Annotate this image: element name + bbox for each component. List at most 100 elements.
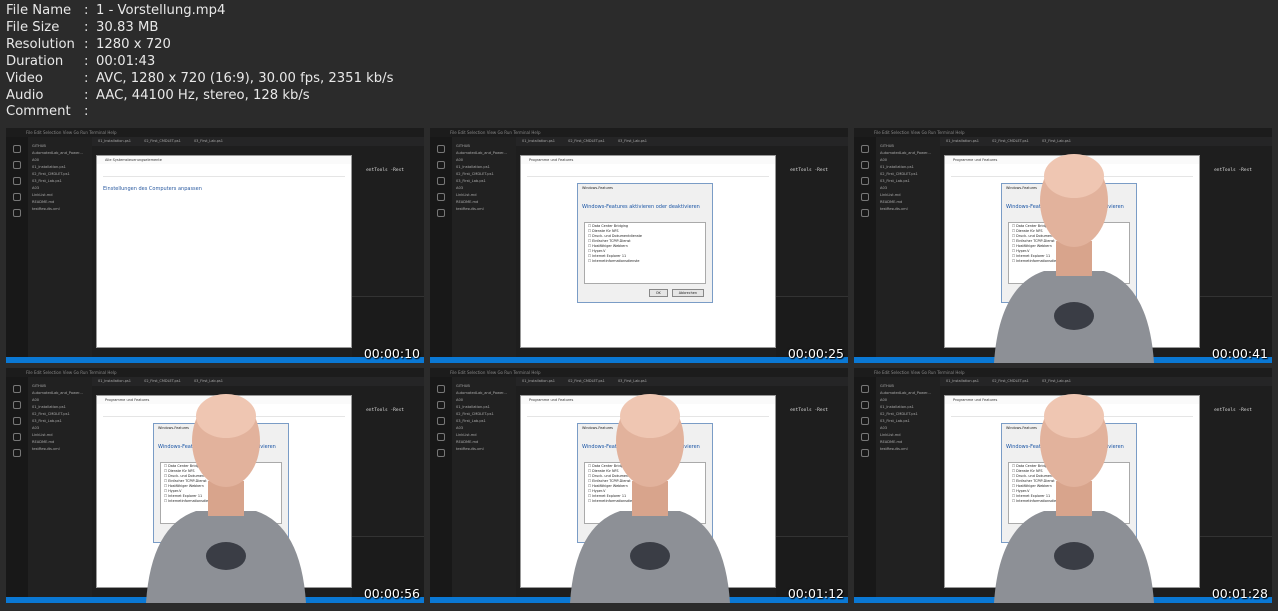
features-dialog: Windows-Features Windows-Features aktivie…: [577, 183, 713, 303]
search-icon: [861, 161, 869, 169]
search-icon: [437, 161, 445, 169]
search-icon: [861, 401, 869, 409]
file-tree-item: 03_First_Lab.ps1: [32, 179, 62, 183]
file-tree-item: 02_First_CMDLET.ps1: [880, 412, 918, 416]
file-tree-item: A00: [456, 398, 464, 402]
file-tree-item: A03: [880, 186, 888, 190]
extensions-icon: [13, 449, 21, 457]
info-row: Video: AVC, 1280 x 720 (16:9), 30.00 fps,…: [6, 71, 393, 88]
info-separator: :: [84, 36, 89, 52]
file-tree-item: README.md: [456, 200, 479, 204]
video-thumbnail[interactable]: File Edit Selection View Go Run Terminal…: [6, 128, 424, 363]
presenter: [994, 394, 1154, 603]
file-tree-item: README.md: [456, 440, 479, 444]
info-separator: :: [84, 53, 89, 69]
code-text: entTools -Rest: [1214, 408, 1252, 413]
file-tree-item: GITHUB: [32, 384, 46, 388]
video-thumbnail[interactable]: File Edit Selection View Go Run Terminal…: [6, 368, 424, 603]
file-tree-item: AutomatedLab_and_Power...: [32, 391, 83, 395]
info-separator: :: [84, 104, 89, 120]
debug-icon: [13, 433, 21, 441]
explorer-icon: [437, 145, 445, 153]
explorer-icon: [13, 385, 21, 393]
source-control-icon: [861, 177, 869, 185]
file-tree-item: 02_First_CMDLET.ps1: [32, 172, 70, 176]
info-value: 00:01:43: [96, 53, 156, 69]
file-tree-item: A03: [456, 186, 464, 190]
feature-list: ☐ Data Center Bridging ☐ Dienste für NFS ☐…: [584, 222, 706, 284]
info-label: Audio: [6, 87, 44, 103]
menu-bar: File Edit Selection View Go Run Terminal…: [6, 128, 424, 137]
debug-icon: [437, 193, 445, 201]
file-tree-item: A03: [32, 426, 40, 430]
file-tree-item: A03: [32, 186, 40, 190]
video-thumbnail[interactable]: File Edit Selection View Go Run Terminal…: [430, 368, 848, 603]
file-tree-item: 03_First_Lab.ps1: [880, 419, 910, 423]
explorer-sidebar: GITHUB AutomatedLab_and_Power... A00 01_Ins…: [452, 137, 516, 357]
file-tree-item: 01_Installation.ps1: [456, 165, 490, 169]
file-tree-item: 02_First_CMDLET.ps1: [32, 412, 70, 416]
cancel-button: Abbrechen: [671, 289, 704, 297]
file-tree-item: GITHUB: [456, 384, 470, 388]
presenter: [146, 394, 306, 603]
file-tree-item: AutomatedLab_and_Power...: [32, 151, 83, 155]
info-label: Video: [6, 70, 43, 86]
timestamp: 00:01:12: [787, 586, 844, 601]
info-label: File Size: [6, 19, 60, 35]
timestamp: 00:00:25: [787, 346, 844, 361]
explorer-sidebar: GITHUB AutomatedLab_and_Power... A00 01_Ins…: [876, 377, 940, 597]
presenter: [994, 154, 1154, 363]
file-tree-item: LinkList.md: [456, 193, 477, 197]
timestamp: 00:00:56: [363, 586, 420, 601]
file-info: File Name:1 - Vorstellung.mp4 File Size:3…: [6, 3, 393, 121]
video-thumbnail[interactable]: File Edit Selection View Go Run Terminal…: [854, 128, 1272, 363]
file-tree-item: 03_First_Lab.ps1: [456, 179, 486, 183]
debug-icon: [861, 193, 869, 201]
file-tree-item: LinkList.md: [32, 193, 53, 197]
file-tree-item: A00: [32, 158, 40, 162]
window-heading: Einstellungen des Computers anpassen: [103, 186, 202, 192]
file-tree-item: testResults.xml: [456, 447, 484, 451]
file-tree-item: GITHUB: [880, 384, 894, 388]
file-tree-item: 02_First_CMDLET.ps1: [456, 412, 494, 416]
info-value: 30.83 MB: [96, 19, 159, 35]
info-separator: :: [84, 70, 89, 86]
code-text: entTools -Rest: [1214, 168, 1252, 173]
file-tree-item: testResults.xml: [32, 447, 60, 451]
video-thumbnail[interactable]: File Edit Selection View Go Run Terminal…: [854, 368, 1272, 603]
explorer-sidebar: GITHUB AutomatedLab_and_Power... A00 01_Ins…: [28, 377, 92, 597]
editor-tabs: 01_Installation.ps1 02_First_CMDLET.ps1 …: [516, 137, 848, 146]
file-tree-item: 03_First_Lab.ps1: [880, 179, 910, 183]
file-tree-item: 03_First_Lab.ps1: [456, 419, 486, 423]
ok-button: OK: [648, 289, 668, 297]
file-tree-item: 01_Installation.ps1: [880, 165, 914, 169]
source-control-icon: [13, 177, 21, 185]
code-text: entTools -Rest: [790, 168, 828, 173]
dialog-title: Windows-Features: [582, 186, 613, 190]
file-tree-item: 01_Installation.ps1: [32, 405, 66, 409]
info-row: File Name:1 - Vorstellung.mp4: [6, 3, 393, 20]
info-value: 1280 x 720: [96, 36, 171, 52]
file-tree-item: LinkList.md: [880, 433, 901, 437]
extensions-icon: [861, 449, 869, 457]
extensions-icon: [437, 209, 445, 217]
status-bar: [430, 357, 848, 363]
extensions-icon: [437, 449, 445, 457]
source-control-icon: [13, 417, 21, 425]
info-label: Duration: [6, 53, 64, 69]
code-text: entTools -Rest: [366, 408, 404, 413]
source-control-icon: [861, 417, 869, 425]
extensions-icon: [861, 209, 869, 217]
info-value: 1 - Vorstellung.mp4: [96, 3, 226, 18]
presenter: [570, 394, 730, 603]
file-tree-item: GITHUB: [880, 144, 894, 148]
dialog-heading: Windows-Features aktivieren oder deaktiv…: [582, 204, 700, 210]
info-label: Comment: [6, 104, 71, 120]
search-icon: [13, 401, 21, 409]
video-thumbnail[interactable]: File Edit Selection View Go Run Terminal…: [430, 128, 848, 363]
file-tree-item: A03: [880, 426, 888, 430]
activity-bar: [430, 377, 452, 597]
explorer-sidebar: GITHUB AutomatedLab_and_Power... A00 01_Ins…: [452, 377, 516, 597]
search-icon: [13, 161, 21, 169]
source-control-icon: [437, 417, 445, 425]
